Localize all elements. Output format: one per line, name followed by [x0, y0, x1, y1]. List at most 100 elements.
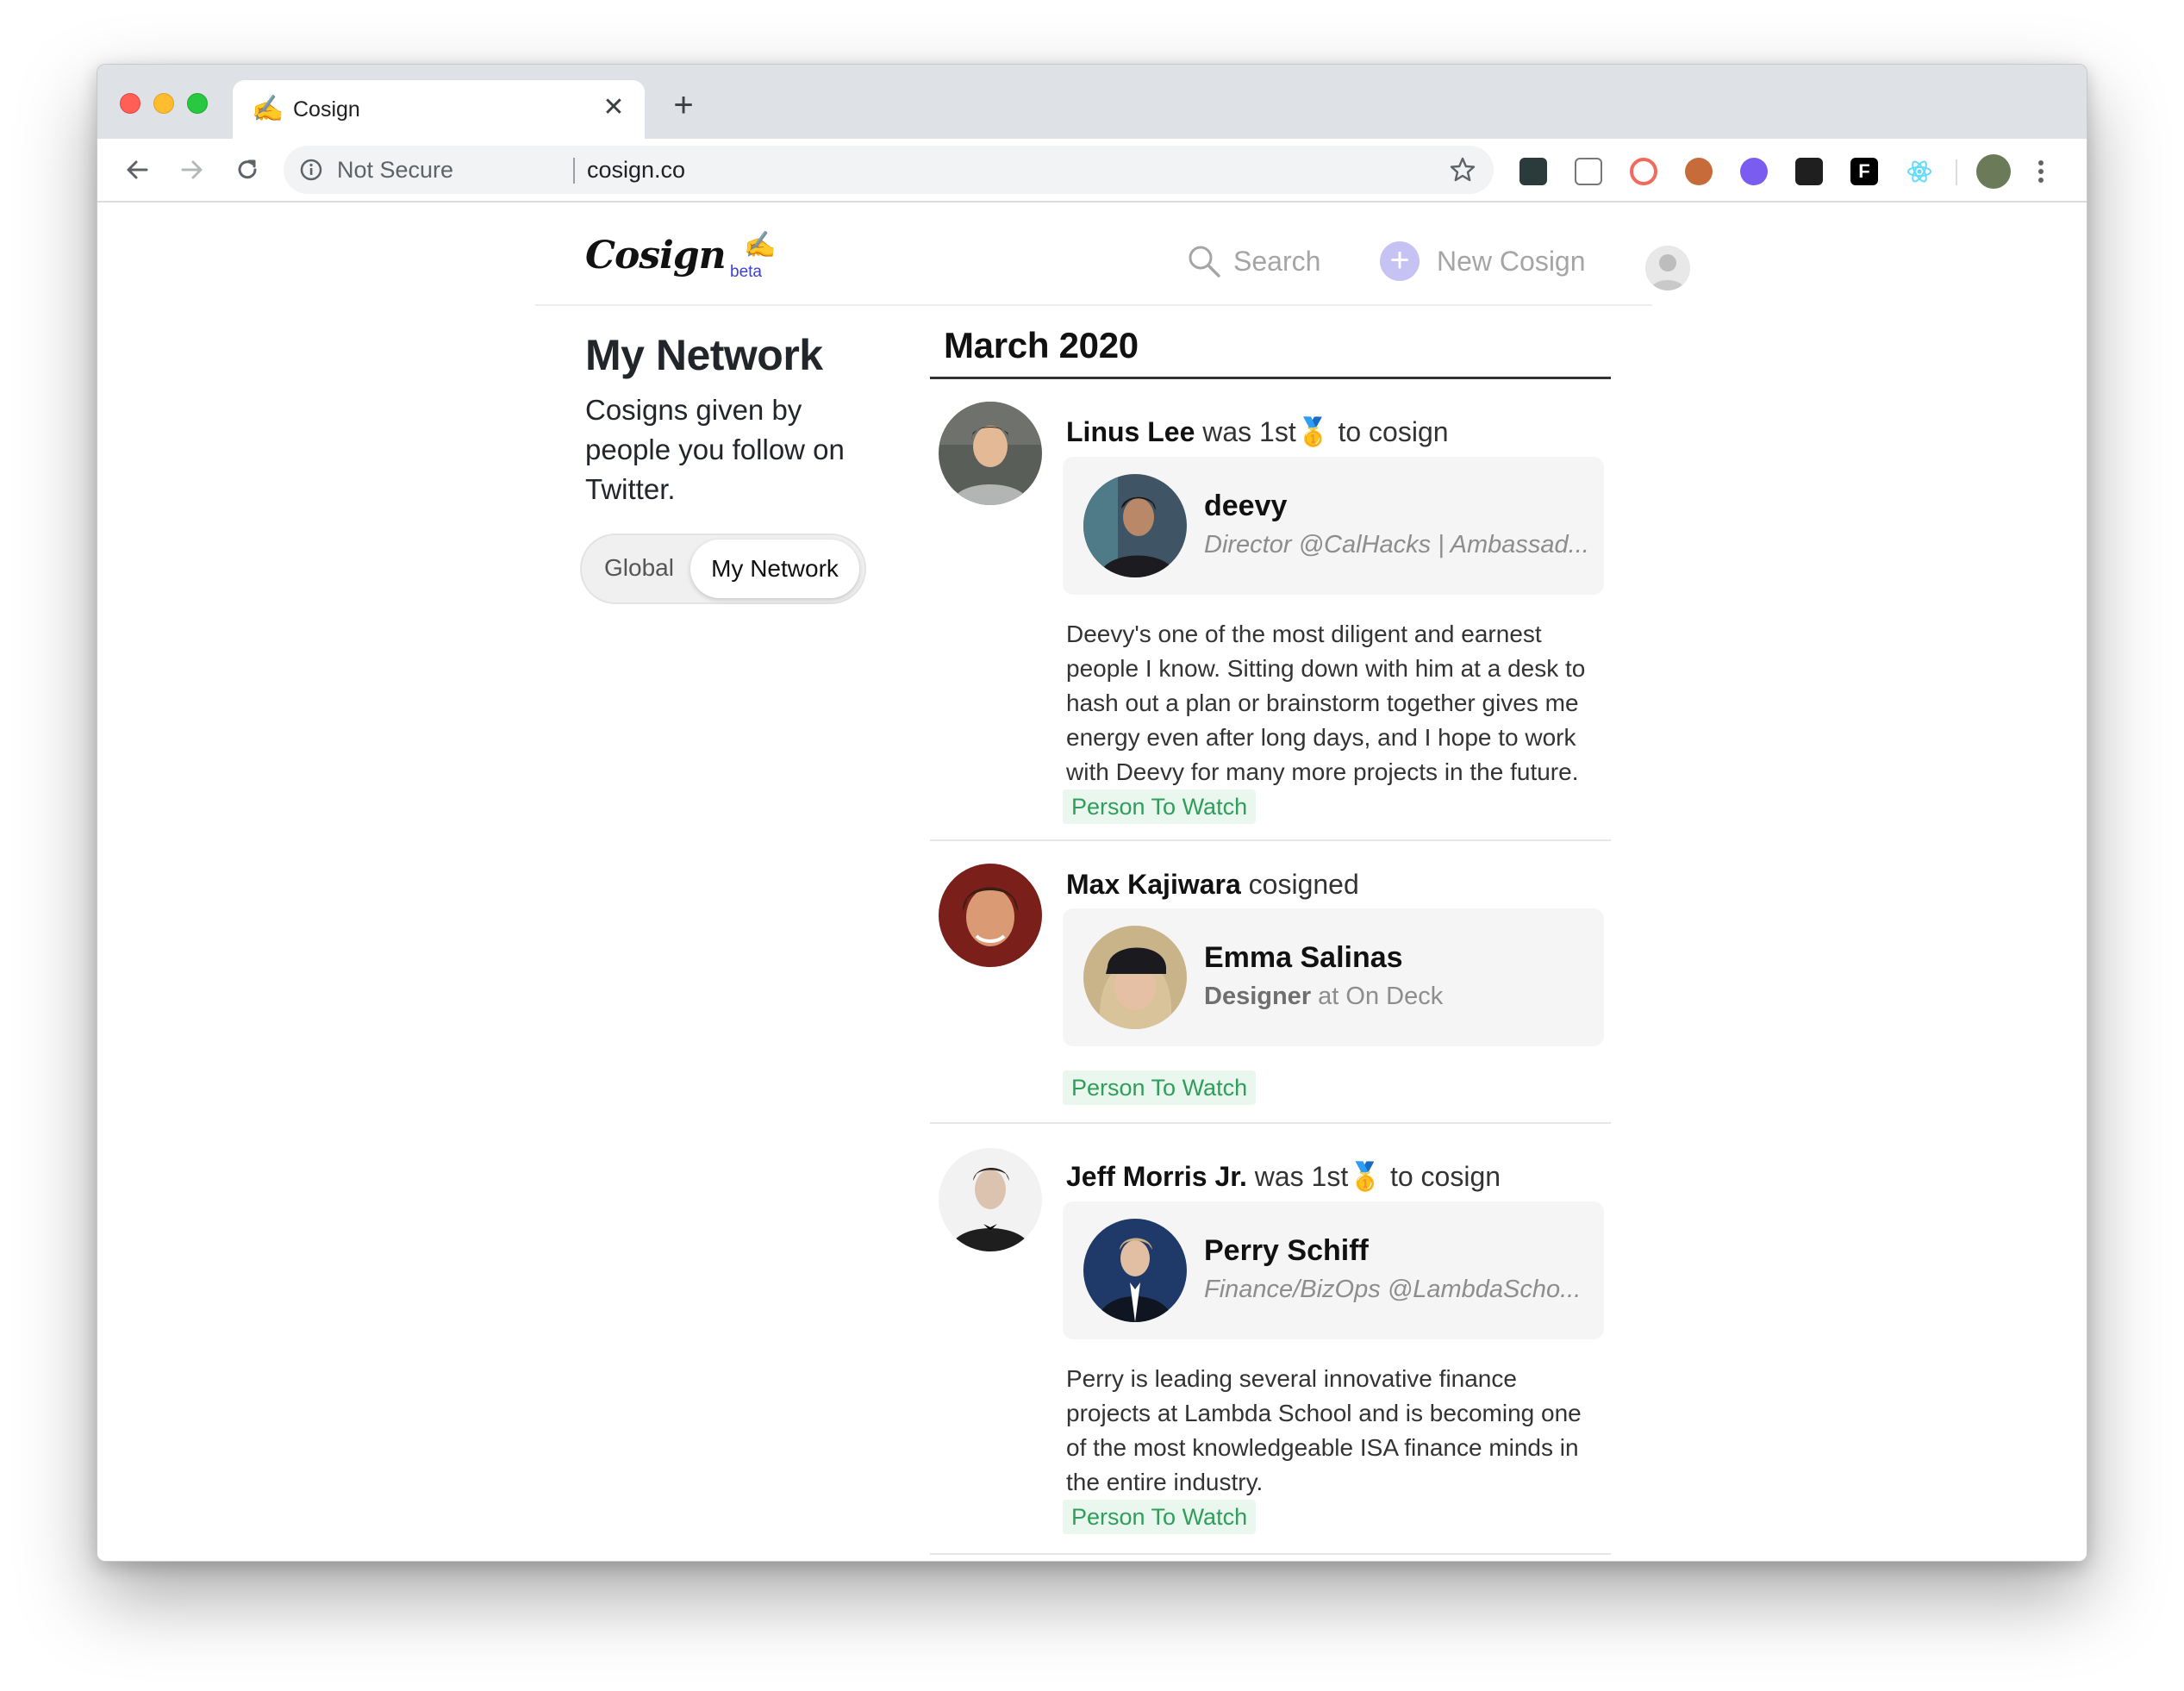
- extension-react-icon[interactable]: [1906, 158, 1933, 185]
- subject-name: Perry Schiff: [1204, 1234, 1369, 1267]
- tab-title: Cosign: [293, 97, 360, 122]
- tab-strip: ✍️ Cosign ✕ +: [97, 65, 2087, 139]
- feed-scope-toggle: Global My Network: [580, 534, 866, 604]
- subject-photo: [1083, 926, 1187, 1029]
- segment-my-network[interactable]: My Network: [690, 540, 859, 598]
- page-subtitle: Cosigns given by people you follow on Tw…: [585, 394, 845, 505]
- subject-photo: [1083, 474, 1187, 577]
- new-cosign-label: New Cosign: [1437, 245, 1586, 277]
- actor-name[interactable]: Linus Lee: [1066, 416, 1195, 447]
- search-label: Search: [1233, 245, 1321, 277]
- cosign-feed: March 2020 Linus Lee was 1st🥇 to cosign: [930, 325, 1611, 1555]
- window-close-button[interactable]: [120, 93, 140, 114]
- sidebar: My Network Cosigns given by people you f…: [580, 330, 913, 604]
- browser-tab[interactable]: ✍️ Cosign ✕: [233, 80, 645, 139]
- browser-window: ✍️ Cosign ✕ + Not Secure cosign.co F Cos…: [97, 64, 2087, 1562]
- actor-name[interactable]: Max Kajiwara: [1066, 869, 1241, 900]
- search-icon: [1189, 246, 1220, 278]
- info-icon[interactable]: [299, 158, 323, 182]
- security-label: Not Secure: [337, 157, 454, 183]
- profile-card[interactable]: deevy Director @CalHacks | Ambassad...: [1063, 457, 1604, 595]
- writing-hand-icon: ✍️: [252, 95, 284, 123]
- gold-medal-icon: 🥇: [1348, 1161, 1383, 1192]
- window-maximize-button[interactable]: [187, 93, 208, 114]
- profile-card[interactable]: Emma Salinas Designer at On Deck: [1063, 908, 1604, 1046]
- category-tag[interactable]: Person To Watch: [1063, 789, 1257, 824]
- site-logo[interactable]: Cosign: [585, 234, 727, 278]
- actor-name[interactable]: Jeff Morris Jr.: [1066, 1161, 1247, 1192]
- feed-entry: Linus Lee was 1st🥇 to cosign deevy Direc…: [930, 379, 1611, 841]
- category-tag[interactable]: Person To Watch: [1063, 1500, 1257, 1534]
- close-tab-icon[interactable]: ✕: [598, 92, 629, 123]
- plus-icon: +: [1380, 241, 1420, 281]
- user-avatar-image: [1645, 246, 1690, 290]
- gold-medal-icon: 🥇: [1295, 416, 1331, 447]
- arrow-left-icon: [127, 160, 148, 179]
- subject-avatar: [1083, 1219, 1187, 1322]
- category-tag[interactable]: Person To Watch: [1063, 1070, 1257, 1105]
- subject-name: deevy: [1204, 490, 1288, 522]
- search-link[interactable]: Search: [1187, 242, 1320, 280]
- url-text[interactable]: cosign.co: [587, 157, 685, 184]
- entry-headline: Jeff Morris Jr. was 1st🥇 to cosign: [1066, 1160, 1501, 1193]
- window-minimize-button[interactable]: [153, 93, 174, 114]
- omnibox-divider: [573, 158, 575, 184]
- subject-role: Designer: [1204, 983, 1312, 1010]
- reload-icon: [238, 159, 257, 179]
- profile-avatar[interactable]: [1976, 154, 2011, 189]
- new-cosign-button[interactable]: + New Cosign: [1380, 240, 1586, 282]
- feed-entry: Max Kajiwara cosigned Emma Salinas Desig…: [930, 841, 1611, 1124]
- actor-avatar[interactable]: [939, 1148, 1042, 1251]
- extension-cursor-icon[interactable]: [1519, 158, 1547, 185]
- new-tab-button[interactable]: +: [666, 88, 701, 123]
- site-header: Cosign ✍️ beta Search + New Cosign: [535, 203, 1690, 306]
- extension-face-icon[interactable]: [1685, 158, 1713, 185]
- action-text: cosigned: [1248, 869, 1359, 900]
- actor-photo: [939, 402, 1042, 505]
- forward-button[interactable]: [173, 151, 211, 189]
- user-avatar[interactable]: [1645, 246, 1690, 290]
- subject-company: at On Deck: [1318, 983, 1444, 1010]
- browser-toolbar: Not Secure cosign.co F: [97, 139, 2087, 203]
- desktop-background: ✍️ Cosign ✕ + Not Secure cosign.co F Cos…: [0, 0, 2184, 1691]
- back-button[interactable]: [118, 151, 156, 189]
- subject-title: Designer at On Deck: [1204, 983, 1443, 1011]
- entry-headline: Max Kajiwara cosigned: [1066, 869, 1359, 901]
- profile-card[interactable]: Perry Schiff Finance/BizOps @LambdaScho.…: [1063, 1201, 1604, 1339]
- reload-button[interactable]: [228, 151, 266, 189]
- arrow-right-icon: [181, 160, 203, 179]
- action-text: was 1st: [1254, 1161, 1349, 1192]
- subject-photo: [1083, 1219, 1187, 1322]
- react-icon: [1907, 160, 1931, 183]
- cosign-quote: Deevy's one of the most diligent and ear…: [1066, 621, 1586, 785]
- address-bar[interactable]: Not Secure cosign.co: [284, 146, 1494, 194]
- extension-layers-icon[interactable]: [1795, 158, 1823, 185]
- action-suffix: to cosign: [1389, 1161, 1501, 1192]
- subject-avatar: [1083, 926, 1187, 1029]
- beta-badge: beta: [730, 263, 762, 281]
- subject-avatar: [1083, 474, 1187, 577]
- browser-menu-icon[interactable]: [2028, 156, 2054, 187]
- segment-global[interactable]: Global: [604, 554, 674, 582]
- actor-avatar[interactable]: [939, 402, 1042, 505]
- cosign-quote: Perry is leading several innovative fina…: [1066, 1365, 1582, 1495]
- subject-title: Finance/BizOps @LambdaScho...: [1204, 1276, 1582, 1303]
- month-heading: March 2020: [930, 325, 1611, 379]
- entry-headline: Linus Lee was 1st🥇 to cosign: [1066, 415, 1449, 448]
- extension-purple-icon[interactable]: [1740, 158, 1768, 185]
- feed-entry: Jeff Morris Jr. was 1st🥇 to cosign Perry…: [930, 1124, 1611, 1555]
- extension-f-icon[interactable]: F: [1850, 158, 1878, 185]
- actor-photo: [939, 864, 1042, 967]
- actor-avatar[interactable]: [939, 864, 1042, 967]
- page-title: My Network: [585, 331, 823, 379]
- subject-title: Director @CalHacks | Ambassad...: [1204, 531, 1589, 558]
- action-text: was 1st: [1202, 416, 1296, 447]
- toolbar-divider: [1956, 159, 1957, 185]
- bookmark-star-icon[interactable]: [1449, 156, 1476, 184]
- actor-photo: [939, 1148, 1042, 1251]
- extension-window-icon[interactable]: [1575, 158, 1602, 185]
- web-page: Cosign ✍️ beta Search + New Cosign My Ne…: [97, 203, 2087, 1561]
- writing-hand-icon: ✍️: [744, 231, 777, 259]
- extension-spiral-icon[interactable]: [1630, 158, 1657, 185]
- subject-name: Emma Salinas: [1204, 941, 1403, 974]
